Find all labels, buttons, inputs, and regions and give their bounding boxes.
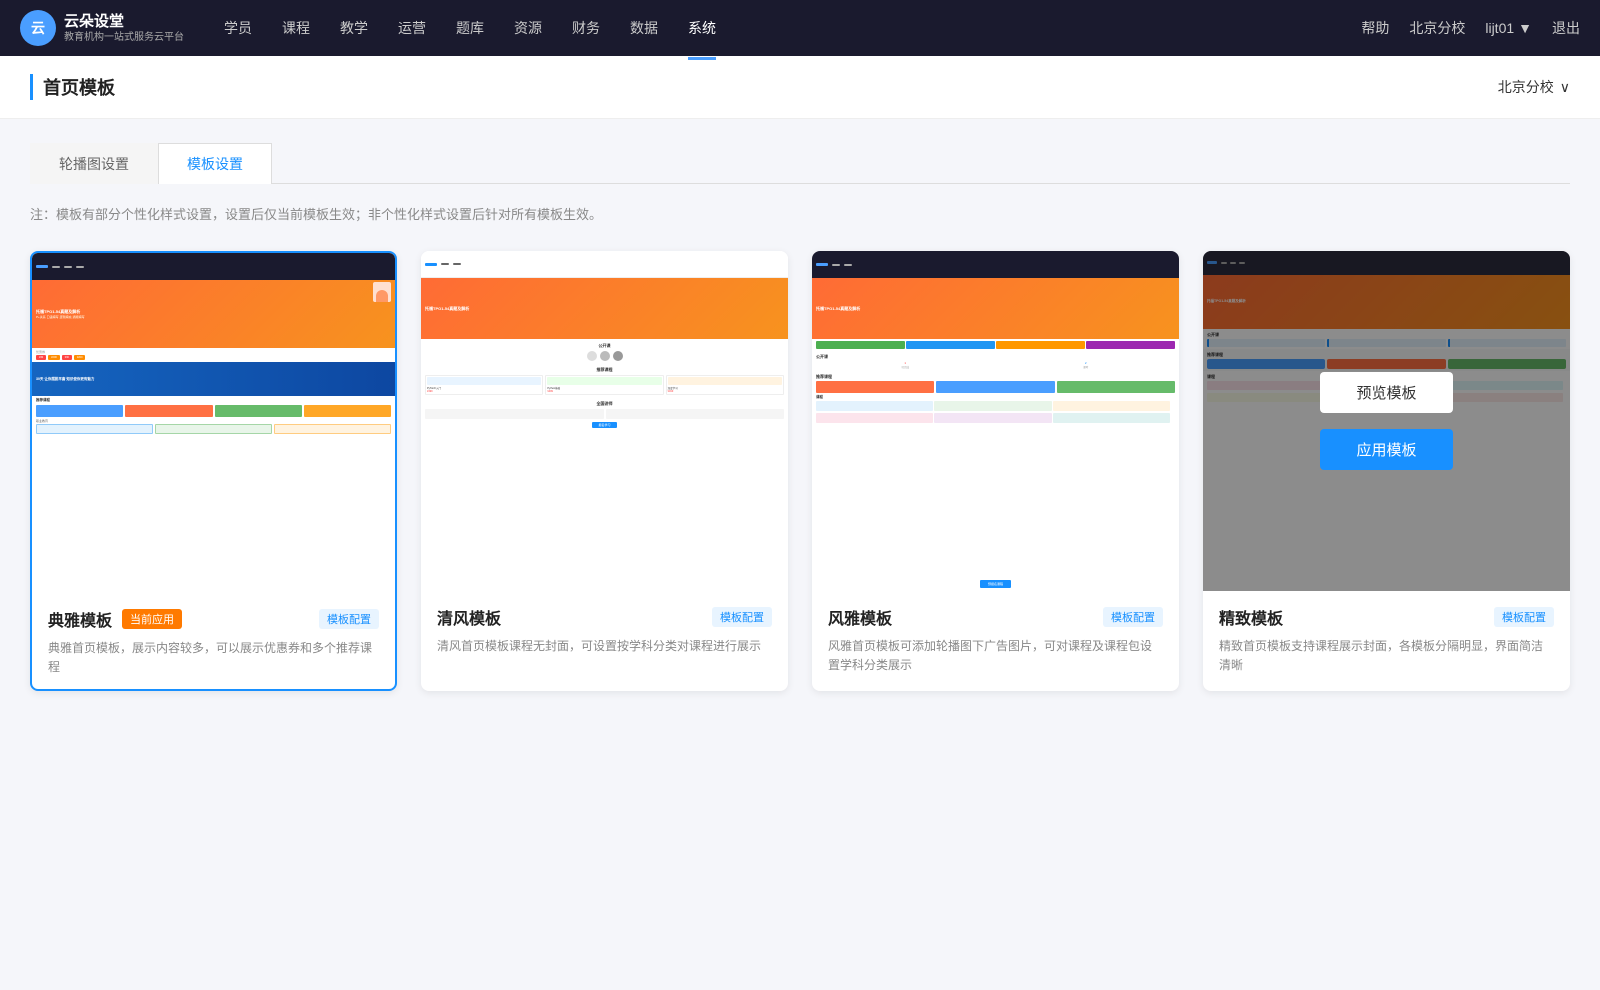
note-text: 注：模板有部分个性化样式设置，设置后仅当前模板生效；非个性化样式设置后针对所有模…: [30, 204, 1570, 223]
badge-config-clean[interactable]: 模板配置: [712, 607, 772, 627]
template-card-refined: 托福TPO1-54真题及解析 公开课 推荐课程: [1203, 251, 1570, 691]
badge-config-elegant2[interactable]: 模板配置: [1103, 607, 1163, 627]
top-navigation: 云 云朵设堂 教育机构一站式服务云平台 学员 课程 教学 运营 题库 资源 财务…: [0, 0, 1600, 56]
school-name: 北京分校: [1498, 77, 1554, 97]
template-name-row-elegant2: 风雅模板 模板配置: [828, 605, 1163, 629]
template-preview-elegant[interactable]: 托福TPO1-54真题及解析 P+关系 口语填写·逻辑填充·通顺填写 优惠券 ¥…: [32, 253, 395, 593]
template-desc-refined: 精致首页模板支持课程展示封面，各模板分隔明显，界面简洁清晰: [1219, 637, 1554, 675]
template-footer-refined: 精致模板 模板配置 精致首页模板支持课程展示封面，各模板分隔明显，界面简洁清晰: [1203, 591, 1570, 687]
template-preview-refined[interactable]: 托福TPO1-54真题及解析 公开课 推荐课程: [1203, 251, 1570, 591]
school-link[interactable]: 北京分校: [1409, 18, 1465, 38]
help-link[interactable]: 帮助: [1361, 18, 1389, 38]
template-desc-elegant: 典雅首页模板，展示内容较多，可以展示优惠券和多个推荐课程: [48, 639, 379, 677]
logo-icon: 云: [20, 10, 56, 46]
nav-link-operation[interactable]: 运营: [398, 14, 426, 42]
badge-config-refined[interactable]: 模板配置: [1494, 607, 1554, 627]
nav-link-finance[interactable]: 财务: [572, 14, 600, 42]
template-preview-elegant2[interactable]: 托福TPO1-54真题及解析 公开课: [812, 251, 1179, 591]
logo[interactable]: 云 云朵设堂 教育机构一站式服务云平台: [20, 10, 184, 46]
nav-link-questions[interactable]: 题库: [456, 14, 484, 42]
user-dropdown[interactable]: lijt01 ▼: [1485, 20, 1532, 36]
nav-link-system[interactable]: 系统: [688, 14, 716, 42]
template-name-row-elegant: 典雅模板 当前应用 模板配置: [48, 607, 379, 631]
template-name-row-refined: 精致模板 模板配置: [1219, 605, 1554, 629]
template-footer-clean: 清风模板 模板配置 清风首页模板课程无封面，可设置按学科分类对课程进行展示: [421, 591, 788, 668]
chevron-down-icon: ∨: [1560, 79, 1570, 96]
template-name-row-clean: 清风模板 模板配置: [437, 605, 772, 629]
preview-template-button[interactable]: 预览模板: [1320, 372, 1452, 413]
username: lijt01: [1485, 20, 1514, 36]
nav-link-teaching[interactable]: 教学: [340, 14, 368, 42]
tab-carousel[interactable]: 轮播图设置: [30, 143, 158, 184]
nav-links: 学员 课程 教学 运营 题库 资源 财务 数据 系统: [224, 14, 1361, 42]
badge-config-elegant[interactable]: 模板配置: [319, 609, 379, 629]
template-footer-elegant2: 风雅模板 模板配置 风雅首页模板可添加轮播图下广告图片，可对课程及课程包设置学科…: [812, 591, 1179, 687]
badge-current-elegant: 当前应用: [122, 609, 182, 629]
template-desc-elegant2: 风雅首页模板可添加轮播图下广告图片，可对课程及课程包设置学科分类展示: [828, 637, 1163, 675]
brand-sub: 教育机构一站式服务云平台: [64, 31, 184, 44]
template-name-elegant: 典雅模板: [48, 607, 112, 631]
template-name-clean: 清风模板: [437, 605, 501, 629]
school-selector[interactable]: 北京分校 ∨: [1498, 77, 1570, 97]
tab-template[interactable]: 模板设置: [158, 143, 272, 184]
templates-grid: 托福TPO1-54真题及解析 P+关系 口语填写·逻辑填充·通顺填写 优惠券 ¥…: [30, 251, 1570, 691]
nav-link-data[interactable]: 数据: [630, 14, 658, 42]
template-preview-clean[interactable]: 托福TPO1-54真题及解析 公开课 推荐课程: [421, 251, 788, 591]
template-overlay-refined: 预览模板 应用模板: [1203, 251, 1570, 591]
page-header: 首页模板 北京分校 ∨: [0, 56, 1600, 119]
page-title: 首页模板: [30, 74, 115, 100]
logout-link[interactable]: 退出: [1552, 18, 1580, 38]
template-name-refined: 精致模板: [1219, 605, 1283, 629]
template-footer-elegant: 典雅模板 当前应用 模板配置 典雅首页模板，展示内容较多，可以展示优惠券和多个推…: [32, 593, 395, 689]
main-content: 轮播图设置 模板设置 注：模板有部分个性化样式设置，设置后仅当前模板生效；非个性…: [0, 119, 1600, 715]
nav-right: 帮助 北京分校 lijt01 ▼ 退出: [1361, 18, 1580, 38]
nav-link-students[interactable]: 学员: [224, 14, 252, 42]
template-card-clean: 托福TPO1-54真题及解析 公开课 推荐课程: [421, 251, 788, 691]
nav-link-resources[interactable]: 资源: [514, 14, 542, 42]
nav-link-courses[interactable]: 课程: [282, 14, 310, 42]
template-card-elegant2: 托福TPO1-54真题及解析 公开课: [812, 251, 1179, 691]
dropdown-arrow-icon: ▼: [1518, 20, 1532, 36]
template-card-elegant: 托福TPO1-54真题及解析 P+关系 口语填写·逻辑填充·通顺填写 优惠券 ¥…: [30, 251, 397, 691]
apply-template-button[interactable]: 应用模板: [1320, 429, 1452, 470]
tabs-container: 轮播图设置 模板设置: [30, 143, 1570, 184]
template-desc-clean: 清风首页模板课程无封面，可设置按学科分类对课程进行展示: [437, 637, 772, 656]
template-name-elegant2: 风雅模板: [828, 605, 892, 629]
brand-name: 云朵设堂: [64, 12, 184, 32]
